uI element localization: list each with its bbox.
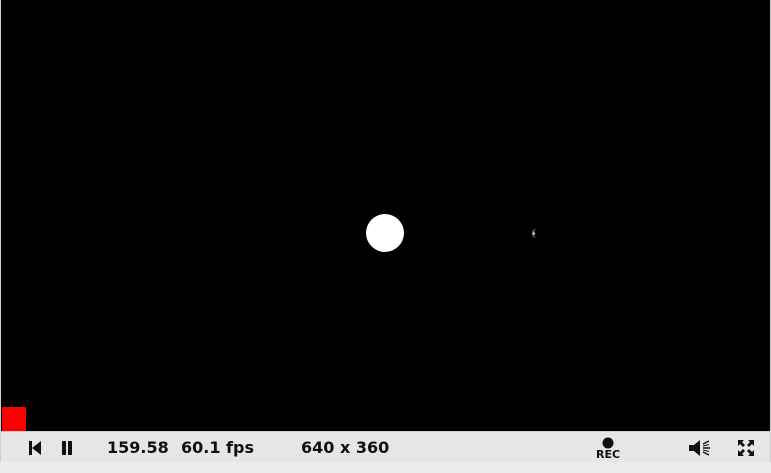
control-bar: 159.58 60.1 fps 640 x 360 REC [1,431,770,463]
render-canvas[interactable] [1,0,770,431]
record-indicator [2,407,26,431]
pause-button[interactable] [57,432,77,463]
record-label: REC [595,448,621,461]
page-bottom-strip [0,462,771,473]
resolution-readout: 640 x 360 [301,438,390,457]
fullscreen-button[interactable] [736,432,756,463]
moon-shape [532,228,537,239]
volume-icon [689,439,710,456]
rewind-icon [29,440,41,455]
volume-button[interactable] [687,432,713,463]
shader-player: 159.58 60.1 fps 640 x 360 REC [0,0,771,463]
sun-disc [366,214,404,252]
record-button[interactable]: REC [592,432,624,463]
rewind-button[interactable] [25,432,45,463]
time-readout: 159.58 [107,438,169,457]
fullscreen-icon [738,439,754,456]
pause-icon [62,440,72,455]
fps-readout: 60.1 fps [181,438,254,457]
